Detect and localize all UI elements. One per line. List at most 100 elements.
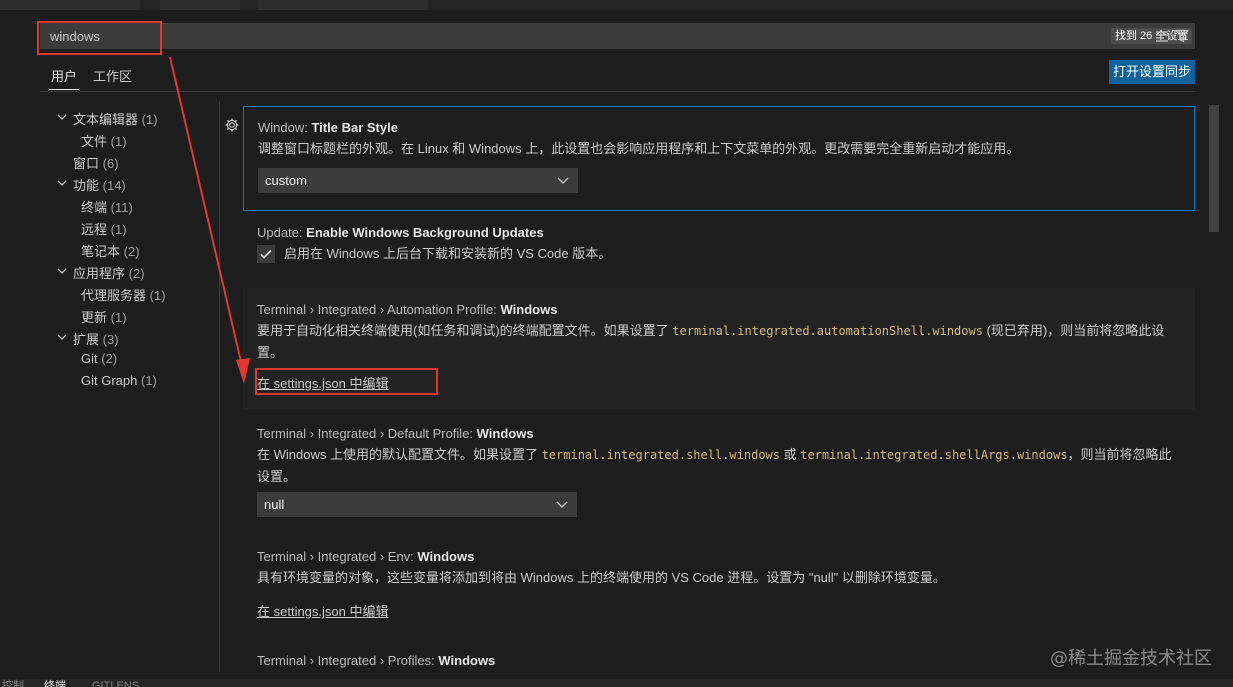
- toc-item-update[interactable]: 更新 (1): [81, 307, 127, 326]
- checkbox-label: 启用在 Windows 上后台下载和安装新的 VS Code 版本。: [284, 246, 612, 261]
- tab-workspace[interactable]: 工作区: [93, 66, 132, 85]
- settings-sync-button[interactable]: 打开设置同步: [1109, 60, 1195, 84]
- toc-label: 扩展: [73, 332, 100, 347]
- toc-item-notebook[interactable]: 笔记本 (2): [81, 241, 140, 260]
- select-value: null: [264, 497, 285, 512]
- panel-tab-bar: 控制 终端 GITLENS: [0, 679, 1233, 687]
- toc-count: (6): [102, 156, 119, 171]
- setting-description: 具有环境变量的对象，这些变量将添加到将由 Windows 上的终端使用的 VS …: [257, 570, 946, 585]
- setting-code-ref: terminal.integrated.shellArgs.windows: [800, 448, 1068, 462]
- setting-category: Terminal › Integrated › Profiles:: [257, 653, 439, 668]
- chevron-down-icon[interactable]: [57, 332, 67, 342]
- setting-category: Terminal › Integrated › Default Profile:: [257, 426, 477, 441]
- toc-label: 文件: [81, 134, 108, 149]
- filter-icon[interactable]: [1174, 28, 1190, 44]
- toc-item-text-editor[interactable]: 文本编辑器 (1): [73, 109, 158, 128]
- toc-count: (3): [102, 332, 119, 347]
- chevron-down-icon[interactable]: [57, 178, 67, 188]
- toc-item-files[interactable]: 文件 (1): [81, 131, 127, 150]
- toc-count: (1): [110, 134, 127, 149]
- edit-in-settings-json-link[interactable]: 在 settings.json 中编辑: [257, 601, 389, 620]
- desc-text: 或: [780, 447, 801, 462]
- setting-category: Terminal › Integrated › Env:: [257, 549, 418, 564]
- editor-tab[interactable]: [160, 0, 240, 10]
- toc-item-window[interactable]: 窗口 (6): [73, 153, 119, 172]
- setting-title-bar-style[interactable]: Window: Title Bar Style 调整窗口标题栏的外观。在 Lin…: [243, 106, 1195, 211]
- toc-label: Git: [81, 351, 98, 366]
- panel-tab-terminal[interactable]: 终端: [44, 679, 66, 687]
- toc-label: 文本编辑器: [73, 112, 139, 127]
- toc-item-extensions[interactable]: 扩展 (3): [73, 329, 119, 348]
- tab-user[interactable]: 用户: [48, 66, 80, 90]
- background-updates-checkbox[interactable]: [257, 245, 275, 263]
- annotation-box: [255, 368, 438, 395]
- chevron-down-icon[interactable]: [57, 112, 67, 122]
- toc-divider: [219, 102, 220, 672]
- select-value: custom: [265, 173, 307, 188]
- title-bar-style-select[interactable]: custom: [258, 168, 578, 193]
- toc-label: 窗口: [73, 156, 100, 171]
- toc-item-proxy[interactable]: 代理服务器 (1): [81, 285, 166, 304]
- setting-description: 在 Windows 上使用的默认配置文件。如果设置了 terminal.inte…: [257, 444, 1177, 487]
- toc-label: Git Graph: [81, 373, 138, 388]
- toc-count: (1): [110, 222, 127, 237]
- watermark: @稀土掘金技术社区: [1050, 648, 1212, 669]
- chevron-down-icon[interactable]: [57, 266, 67, 276]
- editor-tab[interactable]: [0, 0, 140, 10]
- toc-count: (11): [110, 200, 133, 215]
- editor-tab-bar: [0, 0, 1233, 10]
- setting-title: Window: Title Bar Style: [258, 120, 398, 135]
- chevron-down-icon: [556, 501, 568, 508]
- toc-label: 终端: [81, 200, 108, 215]
- settings-search-box[interactable]: 找到 26 个设置: [40, 23, 1195, 49]
- default-profile-select[interactable]: null: [257, 492, 577, 517]
- toc-count: (1): [140, 373, 157, 388]
- settings-scrollbar[interactable]: [1209, 105, 1219, 232]
- setting-code-ref: terminal.integrated.automationShell.wind…: [672, 324, 983, 338]
- panel-tab[interactable]: 控制: [2, 679, 24, 687]
- setting-title: Terminal › Integrated › Automation Profi…: [257, 302, 557, 317]
- toc-label: 笔记本: [81, 244, 121, 259]
- toc-label: 功能: [73, 178, 100, 193]
- setting-env-windows: Terminal › Integrated › Env: Windows 具有环…: [243, 536, 1195, 636]
- toc-item-remote[interactable]: 远程 (1): [81, 219, 127, 238]
- setting-default-profile-windows: Terminal › Integrated › Default Profile:…: [243, 412, 1195, 522]
- setting-title: Terminal › Integrated › Env: Windows: [257, 549, 474, 564]
- setting-title: Terminal › Integrated › Profiles: Window…: [257, 653, 495, 668]
- panel-tab-gitlens[interactable]: GITLENS: [92, 679, 139, 687]
- toc-count: (1): [149, 288, 166, 303]
- toc-label: 远程: [81, 222, 108, 237]
- setting-name: Windows: [438, 653, 496, 668]
- check-icon: [260, 249, 272, 259]
- setting-name: Windows: [417, 549, 475, 564]
- setting-code-ref: terminal.integrated.shell.windows: [541, 448, 780, 462]
- desc-text: 要用于自动化相关终端使用(如任务和调试)的终端配置文件。如果设置了: [257, 323, 673, 338]
- setting-name: Enable Windows Background Updates: [306, 225, 544, 240]
- toc-item-git-graph[interactable]: Git Graph (1): [81, 373, 157, 388]
- divider: [40, 91, 1195, 92]
- setting-title: Terminal › Integrated › Default Profile:…: [257, 426, 534, 441]
- setting-category: Window:: [258, 120, 312, 135]
- toc-label: 代理服务器: [81, 288, 147, 303]
- setting-category: Update:: [257, 225, 307, 240]
- settings-search-input[interactable]: [40, 23, 1050, 49]
- clear-filter-icon[interactable]: [1154, 28, 1170, 44]
- gear-icon[interactable]: [224, 117, 240, 133]
- setting-name: Windows: [500, 302, 558, 317]
- toc-item-features[interactable]: 功能 (14): [73, 175, 126, 194]
- editor-tab[interactable]: [258, 0, 428, 10]
- annotation-box: [37, 21, 162, 55]
- toc-item-terminal[interactable]: 终端 (11): [81, 197, 133, 216]
- toc-item-git[interactable]: Git (2): [81, 351, 117, 366]
- toc-count: (2): [123, 244, 140, 259]
- toc-count: (2): [128, 266, 145, 281]
- toc-item-application[interactable]: 应用程序 (2): [73, 263, 145, 282]
- desc-text: 在 Windows 上使用的默认配置文件。如果设置了: [257, 447, 542, 462]
- toc-count: (2): [101, 351, 118, 366]
- toc-count: (1): [141, 112, 158, 127]
- toc-label: 更新: [81, 310, 108, 325]
- setting-title: Update: Enable Windows Background Update…: [257, 225, 544, 240]
- toc-label: 应用程序: [73, 266, 126, 281]
- setting-windows-background-updates: Update: Enable Windows Background Update…: [243, 214, 1195, 280]
- setting-description: 调整窗口标题栏的外观。在 Linux 和 Windows 上，此设置也会影响应用…: [258, 141, 1020, 156]
